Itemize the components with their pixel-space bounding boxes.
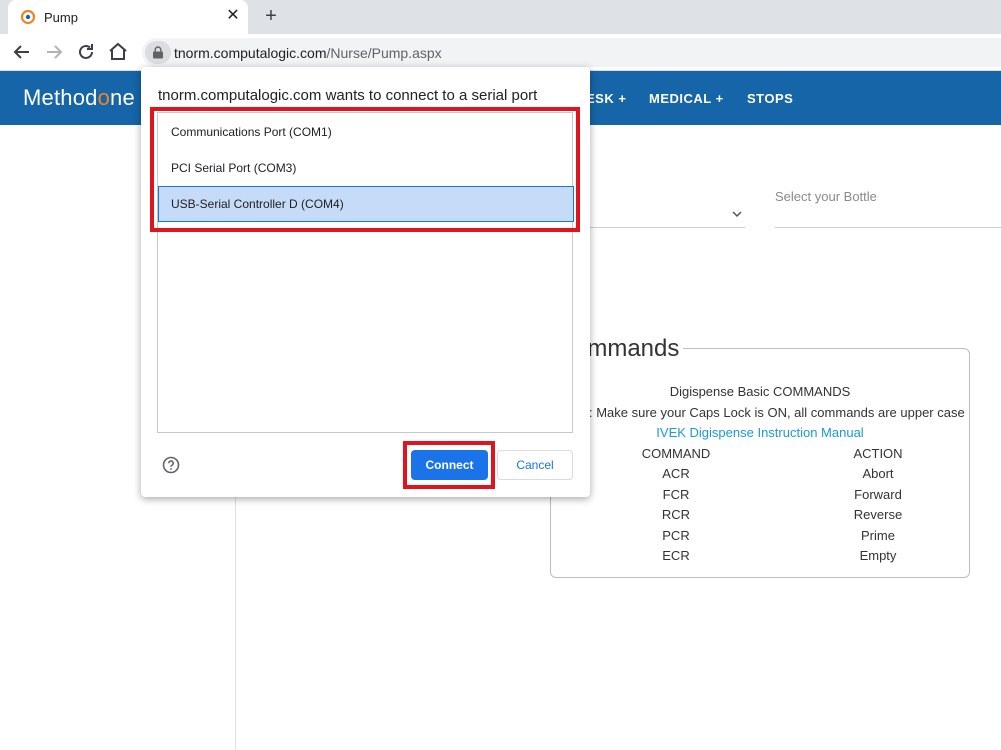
site-info-button[interactable] [145, 41, 171, 64]
instruction-manual-link[interactable]: IVEK Digispense Instruction Manual [550, 425, 970, 440]
browser-tab[interactable]: Pump ✕ [8, 0, 248, 34]
home-icon[interactable] [106, 40, 130, 64]
commands-panel [550, 348, 970, 578]
command-column-header: COMMAND [641, 446, 711, 461]
methodone-logo[interactable]: Methodone [23, 85, 135, 111]
nav-stops-menu[interactable]: STOPS [747, 91, 793, 106]
pump-select-underline[interactable] [580, 227, 745, 228]
action-cell: Reverse [853, 507, 903, 522]
command-cell: FCR [662, 487, 690, 502]
action-column-header: ACTION [853, 446, 903, 461]
command-cell: PCR [662, 528, 690, 543]
reload-icon[interactable] [74, 40, 98, 64]
address-bar[interactable]: tnorm.computalogic.com/Nurse/Pump.aspx [142, 38, 1001, 67]
action-cell: Abort [862, 466, 894, 481]
commands-title: Digispense Basic COMMANDS [669, 384, 851, 399]
dialog-title: tnorm.computalogic.com wants to connect … [158, 87, 538, 104]
action-cell: Empty [859, 548, 897, 563]
caps-lock-note: : Make sure your Caps Lock is ON, all co… [589, 405, 965, 420]
nav-desk-menu[interactable]: ESK + [586, 91, 626, 106]
browser-tab-strip: Pump ✕ + [0, 0, 1001, 34]
lock-icon [153, 46, 163, 59]
back-arrow-icon[interactable] [10, 40, 34, 64]
action-cell: Prime [861, 528, 895, 543]
bottle-select-label[interactable]: Select your Bottle [775, 189, 877, 204]
new-tab-button[interactable]: + [260, 5, 282, 27]
bottle-select-underline[interactable] [775, 227, 1001, 228]
port-list-highlight [150, 107, 580, 232]
connect-button-highlight [403, 441, 495, 489]
browser-toolbar: tnorm.computalogic.com/Nurse/Pump.aspx [0, 34, 1001, 71]
commands-heading: ommands [574, 335, 684, 363]
nav-medical-menu[interactable]: MEDICAL + [649, 91, 724, 106]
site-favicon-icon [20, 9, 36, 25]
tab-close-icon[interactable]: ✕ [224, 7, 242, 25]
command-cell: ACR [662, 466, 690, 481]
help-icon[interactable] [162, 456, 180, 474]
action-cell: Forward [854, 487, 902, 502]
command-cell: ECR [662, 548, 690, 563]
chevron-down-icon[interactable] [731, 208, 743, 220]
url-host: tnorm.computalogic.com [174, 45, 327, 61]
tab-title: Pump [44, 10, 78, 25]
command-cell: RCR [661, 507, 691, 522]
url-text: tnorm.computalogic.com/Nurse/Pump.aspx [174, 45, 442, 61]
cancel-button[interactable]: Cancel [497, 450, 573, 480]
url-path: /Nurse/Pump.aspx [326, 45, 442, 61]
forward-arrow-icon[interactable] [42, 40, 66, 64]
